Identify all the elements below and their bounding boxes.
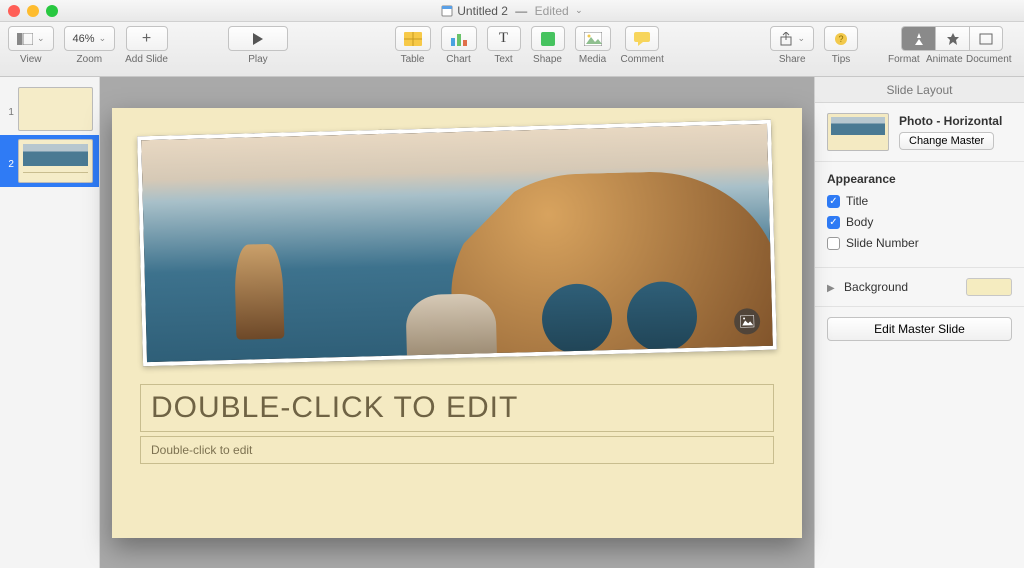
play-button[interactable] bbox=[228, 26, 288, 51]
format-tab[interactable] bbox=[901, 26, 935, 51]
appearance-heading: Appearance bbox=[827, 172, 1012, 186]
master-thumbnail bbox=[827, 113, 889, 151]
table-button[interactable] bbox=[395, 26, 431, 51]
title-checkbox-row[interactable]: ✓ Title bbox=[827, 194, 1012, 208]
slide-number-checkbox-row[interactable]: Slide Number bbox=[827, 236, 1012, 250]
disclosure-triangle-icon[interactable]: ▶ bbox=[827, 283, 835, 294]
slide-number: 1 bbox=[6, 87, 14, 118]
slide[interactable]: DOUBLE-CLICK TO EDIT Double-click to edi… bbox=[112, 108, 802, 538]
main-area: 1 2 DOUBLE-CLICK TO EDIT bbox=[0, 77, 1024, 568]
zoom-label: Zoom bbox=[77, 54, 103, 65]
tips-icon: ? bbox=[834, 32, 848, 46]
edited-indicator: Edited bbox=[535, 4, 569, 18]
shape-button[interactable] bbox=[531, 26, 565, 51]
play-label: Play bbox=[248, 54, 267, 65]
edit-master-section: Edit Master Slide bbox=[815, 307, 1024, 351]
fullscreen-window-button[interactable] bbox=[46, 5, 58, 17]
title-placeholder[interactable]: DOUBLE-CLICK TO EDIT bbox=[140, 384, 774, 432]
chart-icon bbox=[450, 32, 468, 46]
view-button[interactable]: ⌄ bbox=[8, 26, 54, 51]
body-placeholder[interactable]: Double-click to edit bbox=[140, 436, 774, 464]
zoom-value: 46% bbox=[73, 33, 95, 45]
body-text: Double-click to edit bbox=[151, 443, 252, 457]
comment-button[interactable] bbox=[625, 26, 659, 51]
window-title: Untitled 2 — Edited ⌄ bbox=[0, 4, 1024, 18]
background-section: ▶ Background bbox=[815, 268, 1024, 307]
media-button[interactable] bbox=[575, 26, 611, 51]
animate-tab[interactable] bbox=[935, 26, 969, 51]
window-titlebar: Untitled 2 — Edited ⌄ bbox=[0, 0, 1024, 22]
tips-label: Tips bbox=[832, 54, 851, 65]
format-icon bbox=[912, 32, 926, 46]
view-icon bbox=[17, 33, 33, 45]
document-tab-icon bbox=[979, 33, 993, 45]
play-icon bbox=[253, 33, 263, 45]
format-inspector: Slide Layout Photo - Horizontal Change M… bbox=[814, 77, 1024, 568]
view-label: View bbox=[20, 54, 42, 65]
title-chevron-icon[interactable]: ⌄ bbox=[573, 5, 583, 16]
title-checkbox[interactable]: ✓ bbox=[827, 195, 840, 208]
table-icon bbox=[404, 32, 422, 46]
window-controls bbox=[8, 5, 58, 17]
background-label: Background bbox=[844, 280, 908, 294]
thumbnail-preview bbox=[18, 139, 93, 183]
body-checkbox-label: Body bbox=[846, 215, 873, 229]
document-tab[interactable] bbox=[969, 26, 1003, 51]
body-checkbox[interactable]: ✓ bbox=[827, 216, 840, 229]
edit-master-slide-button[interactable]: Edit Master Slide bbox=[827, 317, 1012, 341]
text-button[interactable]: T bbox=[487, 26, 521, 51]
photo-placeholder[interactable] bbox=[137, 119, 777, 366]
comment-icon bbox=[634, 32, 650, 46]
tips-button[interactable]: ? bbox=[824, 26, 858, 51]
share-button[interactable]: ⌄ bbox=[770, 26, 814, 51]
slide-number-checkbox-label: Slide Number bbox=[846, 236, 919, 250]
slide-thumbnail-2[interactable]: 2 bbox=[0, 135, 99, 187]
svg-text:?: ? bbox=[838, 34, 843, 44]
plus-icon: + bbox=[142, 30, 151, 48]
title-checkbox-label: Title bbox=[846, 194, 868, 208]
document-label: Document bbox=[966, 54, 1016, 65]
change-master-button[interactable]: Change Master bbox=[899, 132, 994, 150]
share-icon bbox=[779, 32, 793, 46]
image-placeholder-icon[interactable] bbox=[734, 308, 761, 335]
close-window-button[interactable] bbox=[8, 5, 20, 17]
add-slide-button[interactable]: + bbox=[126, 26, 168, 51]
zoom-button[interactable]: 46%⌄ bbox=[64, 26, 116, 51]
table-label: Table bbox=[401, 54, 425, 65]
body-checkbox-row[interactable]: ✓ Body bbox=[827, 215, 1012, 229]
text-icon: T bbox=[499, 30, 508, 47]
animate-label: Animate bbox=[926, 54, 966, 65]
add-slide-label: Add Slide bbox=[125, 54, 168, 65]
slide-number: 2 bbox=[6, 139, 14, 170]
background-color-swatch[interactable] bbox=[966, 278, 1012, 296]
shape-label: Shape bbox=[533, 54, 562, 65]
text-label: Text bbox=[494, 54, 512, 65]
minimize-window-button[interactable] bbox=[27, 5, 39, 17]
toolbar: ⌄ View 46%⌄ Zoom + Add Slide Play Table … bbox=[0, 22, 1024, 77]
slide-canvas[interactable]: DOUBLE-CLICK TO EDIT Double-click to edi… bbox=[100, 77, 814, 568]
title-text: DOUBLE-CLICK TO EDIT bbox=[151, 391, 763, 425]
appearance-section: Appearance ✓ Title ✓ Body Slide Number bbox=[815, 162, 1024, 268]
master-section: Photo - Horizontal Change Master bbox=[815, 103, 1024, 162]
comment-label: Comment bbox=[621, 54, 664, 65]
document-name: Untitled 2 bbox=[457, 4, 508, 18]
animate-icon bbox=[946, 32, 960, 46]
thumbnail-preview bbox=[18, 87, 93, 131]
share-label: Share bbox=[779, 54, 806, 65]
chart-label: Chart bbox=[446, 54, 470, 65]
media-icon bbox=[584, 32, 602, 46]
media-label: Media bbox=[579, 54, 606, 65]
slide-thumbnail-1[interactable]: 1 bbox=[0, 83, 99, 135]
master-name: Photo - Horizontal bbox=[899, 114, 1002, 128]
document-icon bbox=[441, 5, 453, 17]
slide-number-checkbox[interactable] bbox=[827, 237, 840, 250]
chart-button[interactable] bbox=[441, 26, 477, 51]
format-label: Format bbox=[888, 54, 926, 65]
shape-icon bbox=[541, 32, 555, 46]
slide-navigator[interactable]: 1 2 bbox=[0, 77, 100, 568]
inspector-header: Slide Layout bbox=[815, 77, 1024, 103]
